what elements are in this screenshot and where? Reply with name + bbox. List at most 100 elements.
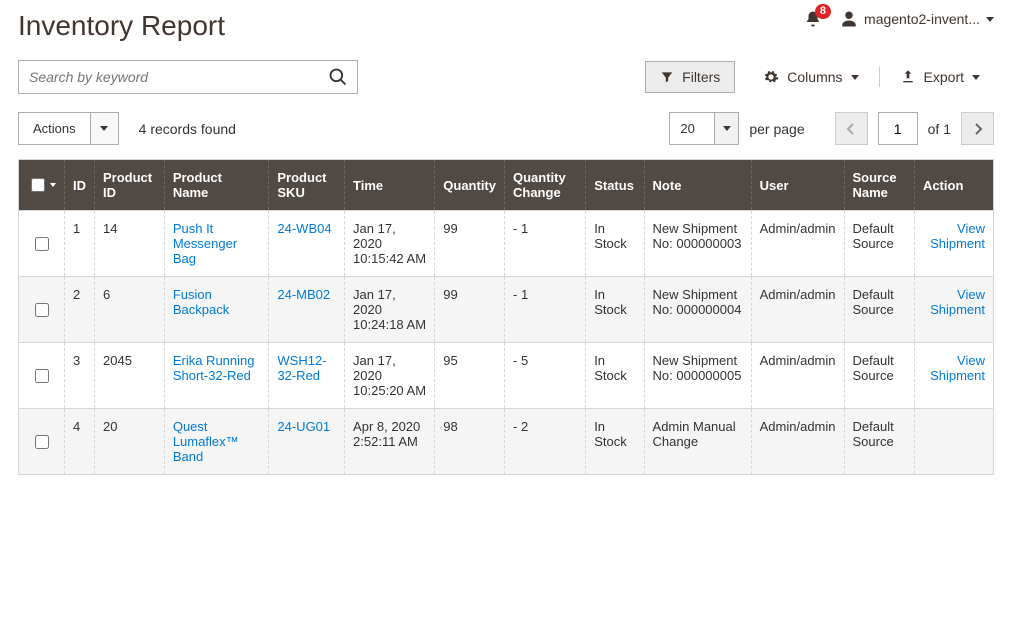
filters-button[interactable]: Filters [645, 61, 735, 93]
cell-source: Default Source [844, 343, 914, 409]
export-label: Export [924, 69, 964, 85]
sku-link[interactable]: 24-MB02 [277, 287, 330, 302]
cell-user: Admin/admin [751, 277, 844, 343]
chevron-right-icon [973, 123, 983, 135]
column-header[interactable]: Product SKU [269, 160, 345, 211]
user-menu-button[interactable]: magento2-invent... [840, 10, 994, 28]
column-header[interactable]: Status [586, 160, 644, 211]
product-name-link[interactable]: Erika Running Short-32-Red [173, 353, 255, 383]
search-input[interactable] [19, 69, 319, 85]
cell-source: Default Source [844, 409, 914, 475]
cell-time: Jan 17, 2020 10:24:18 AM [345, 277, 435, 343]
product-name-link[interactable]: Fusion Backpack [173, 287, 229, 317]
cell-qty: 98 [435, 409, 505, 475]
cell-status: In Stock [586, 343, 644, 409]
column-header[interactable]: Quantity [435, 160, 505, 211]
column-header[interactable]: Note [644, 160, 751, 211]
cell-qty-change: - 5 [505, 343, 586, 409]
actions-label: Actions [19, 113, 90, 144]
column-header[interactable]: Product Name [164, 160, 269, 211]
cell-product-name: Fusion Backpack [164, 277, 269, 343]
sku-link[interactable]: WSH12-32-Red [277, 353, 326, 383]
cell-qty-change: - 2 [505, 409, 586, 475]
search-icon [328, 67, 348, 87]
cell-id: 1 [65, 211, 95, 277]
search-button[interactable] [319, 61, 357, 93]
data-grid: IDProduct IDProduct NameProduct SKUTimeQ… [18, 159, 994, 475]
cell-id: 3 [65, 343, 95, 409]
sku-link[interactable]: 24-UG01 [277, 419, 330, 434]
cell-product-id: 6 [95, 277, 165, 343]
cell-user: Admin/admin [751, 211, 844, 277]
per-page-label: per page [749, 121, 804, 137]
chevron-down-icon [723, 126, 731, 131]
page-title: Inventory Report [18, 10, 225, 42]
of-total: of 1 [928, 121, 951, 137]
cell-product-name: Push It Messenger Bag [164, 211, 269, 277]
user-label: magento2-invent... [864, 11, 980, 27]
search-box [18, 60, 358, 94]
columns-button[interactable]: Columns [749, 62, 872, 92]
cell-action: View Shipment [914, 277, 993, 343]
cell-product-name: Erika Running Short-32-Red [164, 343, 269, 409]
product-name-link[interactable]: Push It Messenger Bag [173, 221, 237, 266]
view-shipment-link[interactable]: View Shipment [923, 353, 985, 383]
select-all-checkbox[interactable] [27, 175, 56, 195]
cell-note: New Shipment No: 000000005 [644, 343, 751, 409]
notification-badge: 8 [815, 4, 831, 19]
sku-link[interactable]: 24-WB04 [277, 221, 331, 236]
actions-dropdown[interactable]: Actions [18, 112, 119, 145]
column-header[interactable]: Time [345, 160, 435, 211]
cell-qty-change: - 1 [505, 211, 586, 277]
prev-page-button[interactable] [835, 112, 868, 145]
product-name-link[interactable]: Quest Lumaflex™ Band [173, 419, 239, 464]
cell-id: 2 [65, 277, 95, 343]
select-all-box[interactable] [31, 178, 45, 192]
cell-note: Admin Manual Change [644, 409, 751, 475]
gear-icon [763, 69, 779, 85]
actions-caret[interactable] [90, 113, 118, 144]
chevron-left-icon [846, 123, 856, 135]
cell-qty-change: - 1 [505, 277, 586, 343]
per-page-dropdown[interactable]: 20 [669, 112, 739, 145]
row-checkbox[interactable] [35, 435, 49, 449]
per-page-caret[interactable] [714, 113, 738, 144]
column-header[interactable]: User [751, 160, 844, 211]
chevron-down-icon [851, 75, 859, 80]
column-header[interactable]: Quantity Change [505, 160, 586, 211]
cell-sku: 24-UG01 [269, 409, 345, 475]
cell-sku: 24-WB04 [269, 211, 345, 277]
column-header[interactable]: Product ID [95, 160, 165, 211]
view-shipment-link[interactable]: View Shipment [923, 221, 985, 251]
page-input[interactable] [878, 112, 918, 145]
cell-note: New Shipment No: 000000003 [644, 211, 751, 277]
column-header[interactable]: ID [65, 160, 95, 211]
filters-label: Filters [682, 69, 720, 85]
cell-status: In Stock [586, 409, 644, 475]
cell-qty: 95 [435, 343, 505, 409]
table-row: 114Push It Messenger Bag24-WB04Jan 17, 2… [19, 211, 994, 277]
table-row: 26 Fusion Backpack 24-MB02 Jan 17, 2020 10:… [19, 277, 994, 343]
per-page-value: 20 [670, 113, 714, 144]
export-button[interactable]: Export [886, 62, 994, 92]
notifications-button[interactable]: 8 [804, 10, 822, 28]
row-checkbox[interactable] [35, 369, 49, 383]
cell-status: In Stock [586, 211, 644, 277]
column-header[interactable]: Action [914, 160, 993, 211]
column-header[interactable]: Source Name [844, 160, 914, 211]
cell-qty: 99 [435, 211, 505, 277]
cell-time: Apr 8, 2020 2:52:11 AM [345, 409, 435, 475]
row-checkbox[interactable] [35, 237, 49, 251]
cell-product-id: 14 [95, 211, 165, 277]
cell-action: View Shipment [914, 211, 993, 277]
table-row: 32045Erika Running Short-32-RedWSH12-32-… [19, 343, 994, 409]
next-page-button[interactable] [961, 112, 994, 145]
chevron-down-icon [986, 17, 994, 22]
view-shipment-link[interactable]: View Shipment [923, 287, 985, 317]
row-checkbox[interactable] [35, 303, 49, 317]
cell-user: Admin/admin [751, 343, 844, 409]
cell-user: Admin/admin [751, 409, 844, 475]
cell-sku: 24-MB02 [269, 277, 345, 343]
cell-action: View Shipment [914, 343, 993, 409]
cell-product-id: 20 [95, 409, 165, 475]
